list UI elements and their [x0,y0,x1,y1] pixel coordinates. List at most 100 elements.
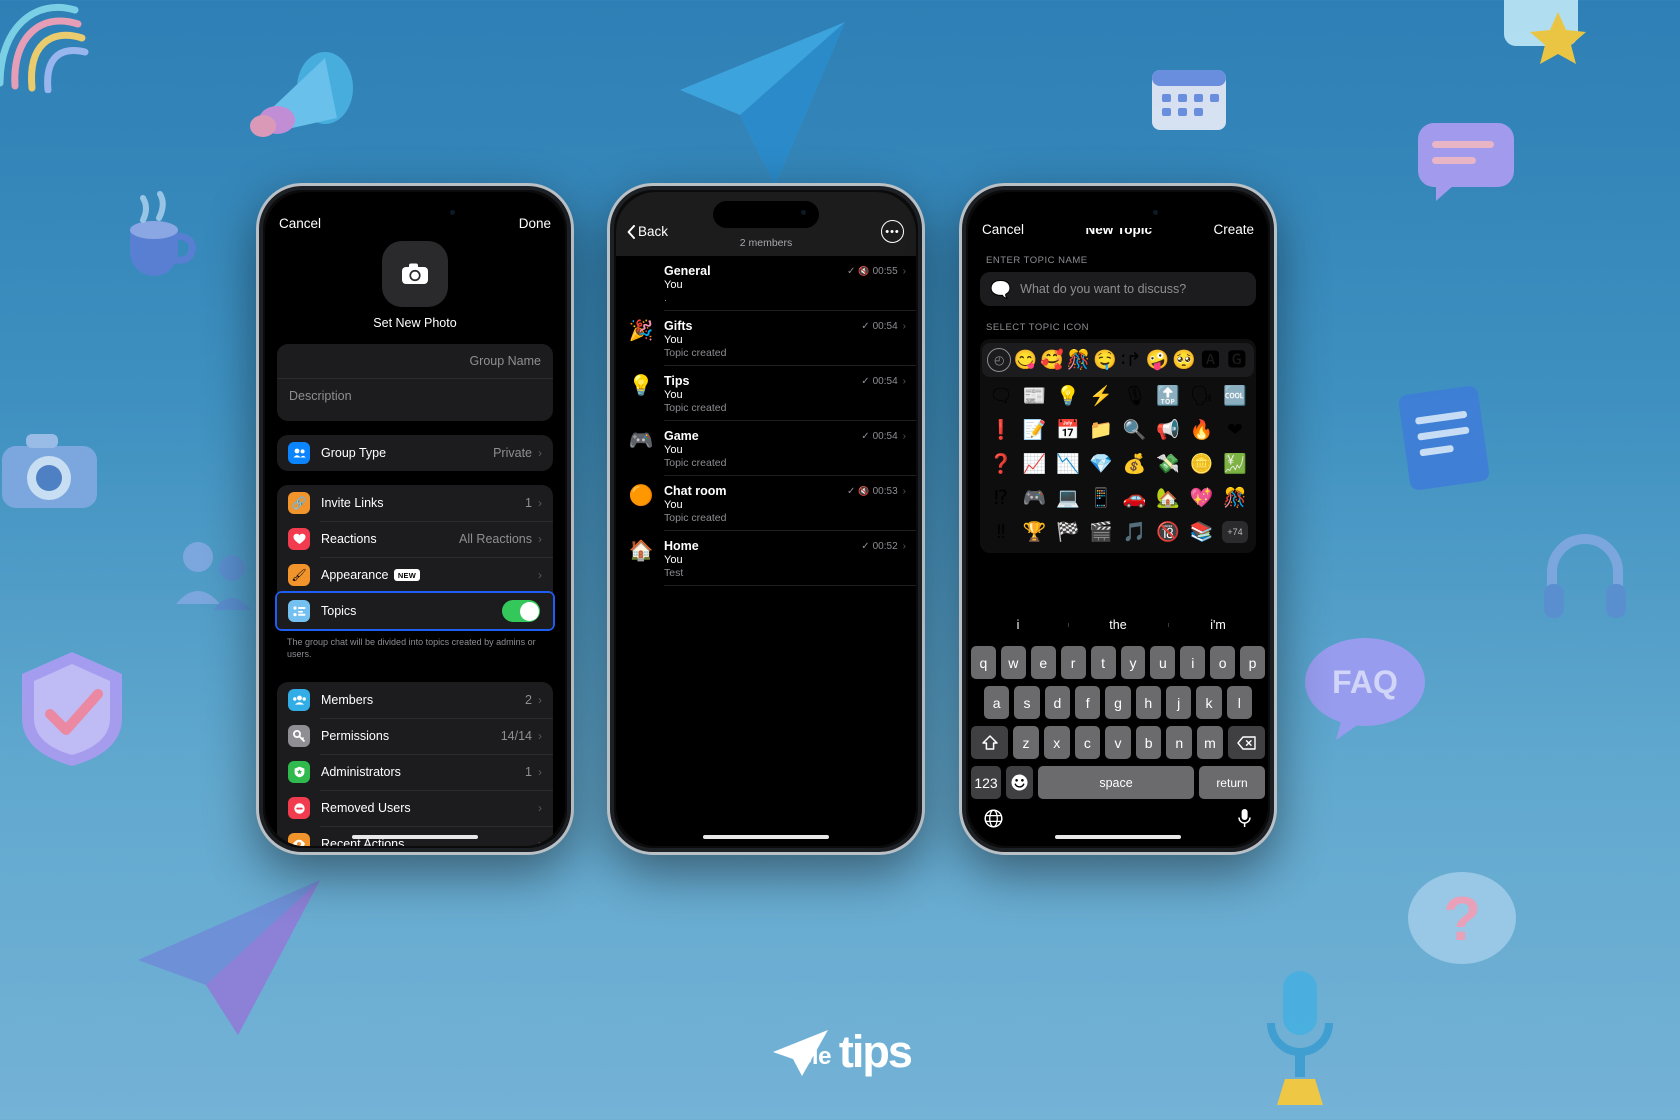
emoji-option[interactable]: 📅 [1053,415,1083,445]
row-removed-users[interactable]: Removed Users › [277,790,553,826]
key-x[interactable]: x [1043,726,1070,759]
topic-row[interactable]: # General You. ✓ 🔇 00:55 › [616,256,916,311]
shift-key[interactable] [971,726,1009,759]
topic-row[interactable]: 🎉 Gifts You Topic created ✓ 00:54 › [616,311,916,366]
emoji-option[interactable]: ∶↱ [1118,345,1144,375]
emoji-option[interactable]: 🥰 [1039,345,1065,375]
emoji-option[interactable]: 🎬 [1086,517,1116,547]
emoji-key[interactable] [1006,766,1033,799]
emoji-option[interactable]: 😋 [1012,345,1038,375]
key-a[interactable]: a [984,686,1010,719]
row-topics[interactable]: Topics [277,593,553,629]
key-i[interactable]: i [1180,646,1206,679]
emoji-option[interactable]: 🔞 [1153,517,1183,547]
key-b[interactable]: b [1135,726,1162,759]
emoji-option[interactable]: 📈 [1019,449,1049,479]
return-key[interactable]: return [1199,766,1265,799]
globe-icon[interactable] [984,808,1003,832]
emoji-option[interactable]: 🔝 [1153,381,1183,411]
emoji-option[interactable]: 🅶 [1224,345,1250,375]
emoji-option[interactable]: 🔥 [1187,415,1217,445]
key-z[interactable]: z [1013,726,1039,759]
prediction-2[interactable]: the [1068,618,1168,632]
topic-row[interactable]: 🟠 Chat room You Topic created ✓ 🔇 00:53 › [616,476,916,531]
done-button[interactable]: Done [519,216,551,231]
emoji-option[interactable]: ❤ [1220,415,1250,445]
cancel-button[interactable]: Cancel [982,222,1024,237]
key-f[interactable]: f [1075,686,1101,719]
key-s[interactable]: s [1014,686,1040,719]
key-w[interactable]: w [1000,646,1026,679]
emoji-option[interactable]: 📁 [1086,415,1116,445]
emoji-option[interactable]: 💎 [1086,449,1116,479]
key-h[interactable]: h [1135,686,1161,719]
row-appearance[interactable]: 🖌 Appearance NEW › [277,557,553,593]
topic-row[interactable]: 💡 Tips You Topic created ✓ 00:54 › [616,366,916,421]
row-permissions[interactable]: Permissions 14/14 › [277,718,553,754]
emoji-option[interactable]: 📉 [1053,449,1083,479]
clock-icon[interactable]: ◴ [986,345,1012,375]
prediction-1[interactable]: i [968,618,1068,632]
emoji-option[interactable]: 🔍 [1120,415,1150,445]
key-n[interactable]: n [1166,726,1193,759]
emoji-option[interactable]: 🎵 [1120,517,1150,547]
emoji-option[interactable]: 🤤 [1092,345,1118,375]
emoji-option[interactable]: 📰 [1019,381,1049,411]
key-o[interactable]: o [1210,646,1236,679]
row-administrators[interactable]: Administrators 1 › [277,754,553,790]
emoji-option[interactable]: 🎮 [1019,483,1049,513]
key-l[interactable]: l [1226,686,1252,719]
emoji-option[interactable]: 🤪 [1144,345,1170,375]
key-e[interactable]: e [1030,646,1056,679]
emoji-option[interactable]: 🏆 [1019,517,1049,547]
emoji-option[interactable]: 🥺 [1171,345,1197,375]
emoji-option[interactable]: ❗ [986,415,1016,445]
emoji-option[interactable]: 📱 [1086,483,1116,513]
group-name-input[interactable]: Group Name [277,344,553,379]
backspace-key[interactable] [1227,726,1265,759]
emoji-option[interactable]: 💰 [1120,449,1150,479]
numbers-key[interactable]: 123 [971,766,1001,799]
emoji-option[interactable]: 💻 [1053,483,1083,513]
topics-toggle[interactable] [502,600,540,622]
emoji-option[interactable]: 🎙 [1120,381,1150,411]
row-group-type[interactable]: Group Type Private › [277,435,553,471]
space-key[interactable]: space [1038,766,1194,799]
emoji-option[interactable]: 🅰 [1197,345,1223,375]
set-photo-button[interactable] [382,241,448,307]
description-input[interactable]: Description [277,379,553,421]
emoji-option[interactable]: 🗨 [986,381,1016,411]
key-y[interactable]: y [1120,646,1146,679]
key-q[interactable]: q [970,646,996,679]
key-v[interactable]: v [1105,726,1131,759]
row-members[interactable]: Members 2 › [277,682,553,718]
emoji-option[interactable]: 💖 [1187,483,1217,513]
create-button[interactable]: Create [1213,222,1254,237]
emoji-option[interactable]: 📝 [1019,415,1049,445]
key-j[interactable]: j [1165,686,1192,719]
key-u[interactable]: u [1150,646,1176,679]
emoji-option[interactable]: 🆒 [1220,381,1250,411]
key-t[interactable]: t [1090,646,1116,679]
emoji-option[interactable]: 💡 [1053,381,1083,411]
key-p[interactable]: p [1240,646,1266,679]
topic-row[interactable]: 🎮 Game You Topic created ✓ 00:54 › [616,421,916,476]
key-m[interactable]: m [1197,726,1223,759]
emoji-option[interactable]: ‼ [986,517,1016,547]
emoji-option[interactable]: 🎊 [1220,483,1250,513]
key-g[interactable]: g [1105,686,1131,719]
emoji-option[interactable]: ⁉ [986,483,1016,513]
emoji-option[interactable]: 💹 [1220,449,1250,479]
prediction-3[interactable]: i'm [1168,618,1268,632]
more-options-icon[interactable]: ••• [881,220,904,243]
emoji-option[interactable]: 📚 [1187,517,1217,547]
emoji-more-badge[interactable]: +74 [1220,517,1250,547]
emoji-option[interactable]: ❓ [986,449,1016,479]
emoji-option[interactable]: 🚗 [1120,483,1150,513]
key-r[interactable]: r [1060,646,1086,679]
row-reactions[interactable]: Reactions All Reactions › [277,521,553,557]
row-invite-links[interactable]: 🔗 Invite Links 1 › [277,485,553,521]
emoji-option[interactable]: 🎊 [1065,345,1091,375]
key-d[interactable]: d [1044,686,1070,719]
key-k[interactable]: k [1196,686,1222,719]
